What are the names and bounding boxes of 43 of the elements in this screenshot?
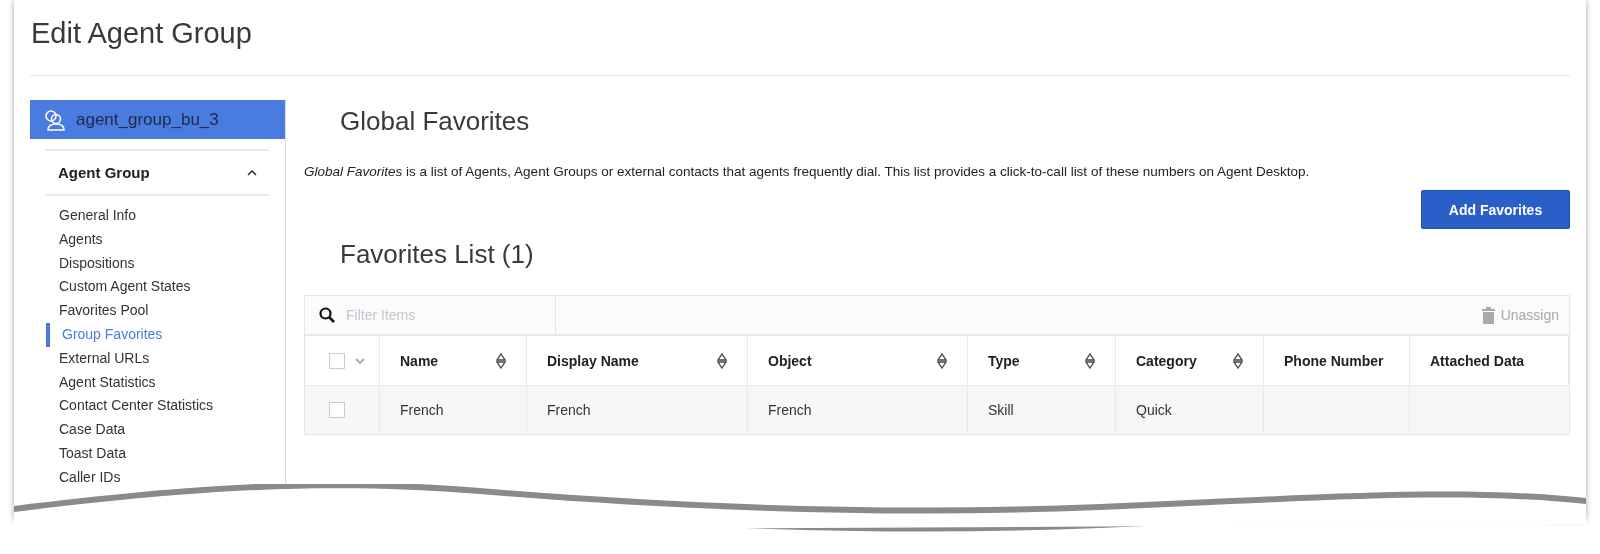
chevron-icon [247, 169, 257, 176]
sidebar-item[interactable]: External URLs [46, 346, 150, 371]
sort-icon[interactable] [496, 352, 506, 369]
row-checkbox[interactable] [329, 402, 345, 418]
sidebar-item[interactable]: Toast Data [46, 441, 126, 466]
sidebar-item[interactable]: Caller IDs [46, 465, 121, 490]
table-cell: French [748, 386, 968, 434]
sidebar-item[interactable]: Case Data [46, 418, 126, 442]
sort-icon[interactable] [937, 352, 947, 369]
sidebar-item[interactable]: Contact Center Statistics [46, 394, 214, 419]
page-title: Edit Agent Group [31, 16, 253, 51]
sort-icon[interactable] [1233, 352, 1243, 369]
sidebar-item[interactable]: Favorites Pool [46, 299, 149, 323]
sidebar-item[interactable]: Agent Statistics [46, 370, 156, 395]
select-all-checkbox[interactable] [329, 352, 345, 369]
trash-icon [1481, 306, 1495, 324]
filter-field[interactable]: Filter Items [344, 306, 528, 324]
sidebar-item[interactable]: Custom Agent States [46, 275, 191, 300]
column-header[interactable]: Type [968, 336, 1116, 386]
sidebar-item[interactable]: Agents [46, 227, 103, 252]
section-title: Global Favorites [340, 105, 531, 138]
sort-icon[interactable] [1085, 352, 1095, 369]
table-cell: Quick [1116, 386, 1264, 434]
table-cell: French [380, 386, 527, 434]
column-header[interactable]: Display Name [527, 336, 748, 386]
add-favorites-button[interactable]: Add Favorites [1421, 190, 1570, 229]
group-name: agent_group_bu_3 [76, 109, 219, 130]
search-icon [319, 307, 335, 323]
description-text: Global Favorites is a list of Agents, Agent Groups or external contacts that agents frequently dial. This list provides a click-to-call list of these numbers on Agent Desktop. [304, 164, 1311, 179]
sidebar-item[interactable]: General Info [46, 204, 137, 228]
sidebar-item[interactable]: Group Favorites [46, 323, 163, 347]
column-header[interactable]: Category [1116, 336, 1264, 386]
list-title: Favorites List (1) [340, 238, 535, 271]
agents-icon [42, 108, 66, 131]
column-header[interactable]: Attached Data [1410, 336, 1569, 386]
table-cell: Skill [968, 386, 1116, 434]
column-header[interactable]: Object [748, 336, 968, 386]
sidebar-item[interactable]: Dispositions [46, 251, 135, 276]
column-header[interactable]: Name [380, 336, 527, 386]
table-cell: French [527, 386, 748, 434]
sort-icon[interactable] [717, 352, 727, 369]
section-header[interactable]: Agent Group [46, 149, 269, 196]
column-header[interactable]: Phone Number [1264, 336, 1410, 386]
